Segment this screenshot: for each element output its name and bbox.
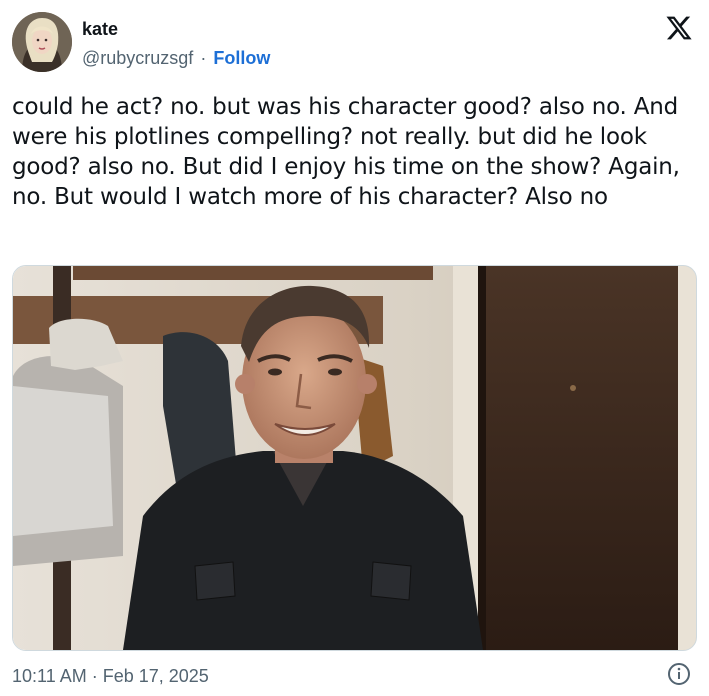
- user-handle[interactable]: @rubycruzsgf: [82, 48, 193, 68]
- display-name[interactable]: kate: [82, 18, 118, 40]
- tweet-image[interactable]: [12, 265, 697, 651]
- info-icon[interactable]: [667, 662, 691, 686]
- follow-button[interactable]: Follow: [213, 48, 270, 68]
- avatar[interactable]: [12, 12, 72, 72]
- timestamp[interactable]: 10:11 AM · Feb 17, 2025: [12, 665, 209, 687]
- separator: ·: [200, 48, 207, 68]
- x-logo-icon[interactable]: [665, 14, 693, 42]
- handle-row: @rubycruzsgf · Follow: [82, 47, 270, 69]
- tweet-text: could he act? no. but was his character …: [12, 94, 680, 210]
